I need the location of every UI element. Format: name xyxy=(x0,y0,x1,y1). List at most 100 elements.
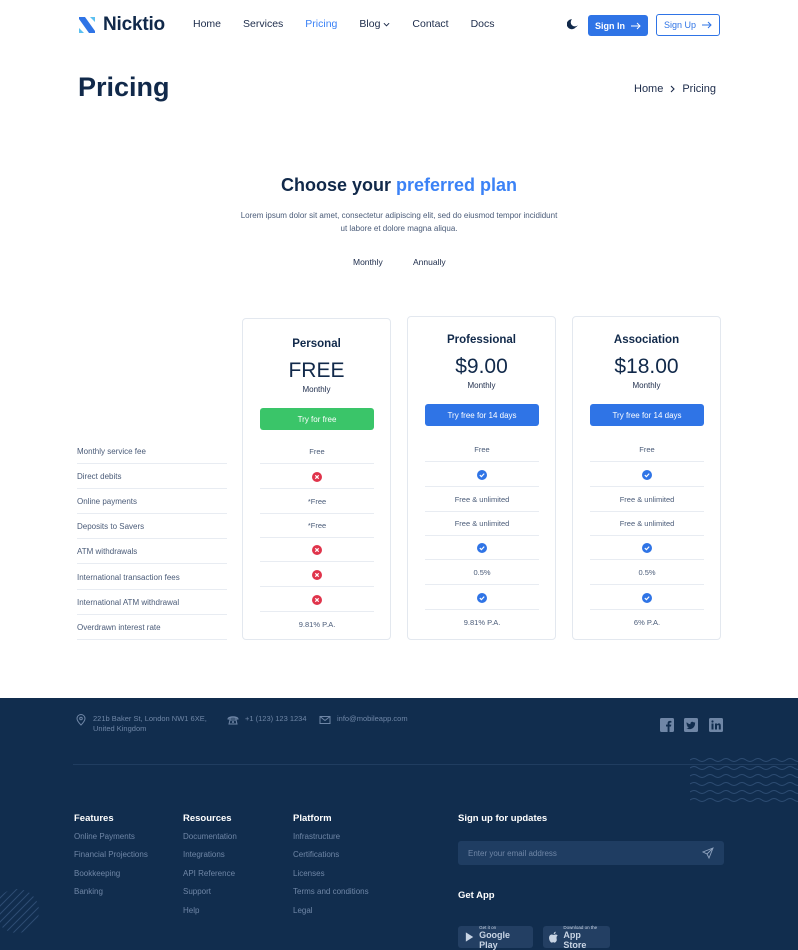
plan-feature-value: Free xyxy=(474,445,490,454)
plan-feature-value: Free xyxy=(639,445,655,454)
plan-period: Monthly xyxy=(632,381,661,390)
moon-icon[interactable] xyxy=(567,18,579,30)
nav-pricing-label: Pricing xyxy=(305,18,338,30)
plan-feature-cell xyxy=(590,586,704,610)
footer-link[interactable]: Banking xyxy=(74,887,103,896)
footer-email[interactable]: info@mobileapp.com xyxy=(319,714,408,726)
footer-link[interactable]: Infrastructure xyxy=(293,832,340,841)
nav-docs[interactable]: Docs xyxy=(471,18,495,30)
footer-link[interactable]: Bookkeeping xyxy=(74,869,120,878)
feature-label: Online payments xyxy=(77,489,227,514)
footer-link[interactable]: API Reference xyxy=(183,869,235,878)
footer-phone[interactable]: +1 (123) 123 1234 xyxy=(227,714,307,726)
plan-cta-button[interactable]: Try free for 14 days xyxy=(425,404,539,426)
plan-name: Professional xyxy=(446,334,517,346)
nav-contact-label: Contact xyxy=(412,18,449,30)
address-line-2: United Kingdom xyxy=(93,724,147,733)
plan-feature-value: 0.5% xyxy=(638,568,656,577)
footer-link[interactable]: Online Payments xyxy=(74,832,135,841)
linkedin-icon[interactable] xyxy=(709,718,723,732)
footer-link[interactable]: Certifications xyxy=(293,850,339,859)
nav-blog[interactable]: Blog xyxy=(359,18,390,30)
section-title: Choose your preferred plan xyxy=(0,175,798,196)
logo-icon xyxy=(79,17,95,33)
sign-up-button[interactable]: Sign Up xyxy=(656,14,720,36)
twitter-icon[interactable] xyxy=(684,718,698,732)
plan-name: Association xyxy=(613,334,680,346)
arrow-right-icon xyxy=(702,21,712,29)
x-circle-icon xyxy=(312,594,322,605)
plan-price: $18.00 xyxy=(614,355,679,378)
plan-period: Monthly xyxy=(467,381,496,390)
chevron-right-icon xyxy=(670,85,676,93)
feature-label: Monthly service fee xyxy=(77,439,227,464)
google-play-button[interactable]: Get it on Google Play xyxy=(458,925,533,950)
plan-feature-cell: Free & unlimited xyxy=(425,512,539,536)
nav-home[interactable]: Home xyxy=(193,18,221,30)
plan-feature-cell: 9.81% P.A. xyxy=(260,612,374,636)
sign-in-button[interactable]: Sign In xyxy=(588,15,648,36)
plan-cta-button[interactable]: Try free for 14 days xyxy=(590,404,704,426)
chevron-down-icon xyxy=(383,22,390,26)
plan-feature-cell xyxy=(425,463,539,487)
plan-feature-cell xyxy=(260,538,374,562)
site-header: Nicktio Home Services Pricing Blog Conta… xyxy=(0,0,798,50)
location-pin-icon xyxy=(76,714,86,726)
app-store-button[interactable]: Download on the App Store xyxy=(543,925,610,950)
toggle-annually[interactable]: Annually xyxy=(413,257,446,267)
signup-title: Sign up for updates xyxy=(458,813,548,824)
main-nav: Home Services Pricing Blog Contact Docs xyxy=(193,18,517,30)
feature-label: ATM withdrawals xyxy=(77,539,227,564)
phone-icon xyxy=(227,716,239,725)
nav-contact[interactable]: Contact xyxy=(412,18,448,30)
facebook-icon[interactable] xyxy=(660,718,674,732)
plan-feature-value: Free & unlimited xyxy=(454,495,510,504)
striped-circle-decoration xyxy=(0,889,39,933)
plan-feature-cell: Free xyxy=(260,440,374,464)
plan-feature-cell xyxy=(590,463,704,487)
nav-docs-label: Docs xyxy=(470,18,495,30)
address-line-1: 221b Baker St, London NW1 6XE, xyxy=(93,714,207,723)
plan-feature-value: 0.5% xyxy=(473,568,491,577)
plan-feature-cell: 0.5% xyxy=(425,561,539,585)
footer-link[interactable]: Financial Projections xyxy=(74,850,148,859)
plan-feature-cell: Free xyxy=(590,438,704,462)
footer-col-title: Resources xyxy=(183,813,232,824)
footer-link[interactable]: Legal xyxy=(293,906,313,915)
brand-name: Nicktio xyxy=(103,14,165,35)
footer-link[interactable]: Terms and conditions xyxy=(293,887,369,896)
plan-cta-button[interactable]: Try for free xyxy=(260,408,374,430)
section-subtitle: Lorem ipsum dolor sit amet, consectetur … xyxy=(240,211,558,233)
plan-feature-value: Free & unlimited xyxy=(619,519,675,528)
feature-label: Deposits to Savers xyxy=(77,514,227,539)
footer-link[interactable]: Licenses xyxy=(293,869,325,878)
send-icon[interactable] xyxy=(702,847,714,859)
breadcrumb: Home Pricing xyxy=(634,83,716,95)
plan-feature-value: 9.81% P.A. xyxy=(298,619,336,629)
nav-services[interactable]: Services xyxy=(243,18,283,30)
footer-link[interactable]: Integrations xyxy=(183,850,225,859)
pricing-card-professional: Professional $9.00 Monthly Try free for 14 … xyxy=(407,316,556,640)
plan-feature-cell xyxy=(425,536,539,560)
plan-price: FREE xyxy=(288,359,345,382)
footer-address-text: 221b Baker St, London NW1 6XE, United Ki… xyxy=(93,714,207,734)
breadcrumb-home[interactable]: Home xyxy=(634,83,663,95)
toggle-monthly[interactable]: Monthly xyxy=(353,257,383,267)
newsletter-email-input[interactable] xyxy=(468,841,688,865)
plan-feature-value: Free & unlimited xyxy=(619,495,675,504)
plan-feature-cell xyxy=(260,563,374,587)
brand-logo[interactable]: Nicktio xyxy=(77,14,165,36)
footer-link[interactable]: Help xyxy=(183,906,199,915)
footer-link[interactable]: Support xyxy=(183,887,211,896)
site-footer: 221b Baker St, London NW1 6XE, United Ki… xyxy=(0,698,798,950)
arrow-right-icon xyxy=(631,22,641,29)
x-circle-icon xyxy=(312,569,322,580)
nav-pricing[interactable]: Pricing xyxy=(305,18,337,30)
page-title: Pricing xyxy=(78,72,170,102)
footer-col-title: Platform xyxy=(293,813,332,824)
footer-link[interactable]: Documentation xyxy=(183,832,237,841)
footer-address: 221b Baker St, London NW1 6XE, United Ki… xyxy=(75,714,207,734)
sign-in-label: Sign In xyxy=(595,20,625,31)
plan-name: Personal xyxy=(292,338,341,350)
x-circle-icon xyxy=(312,471,322,482)
